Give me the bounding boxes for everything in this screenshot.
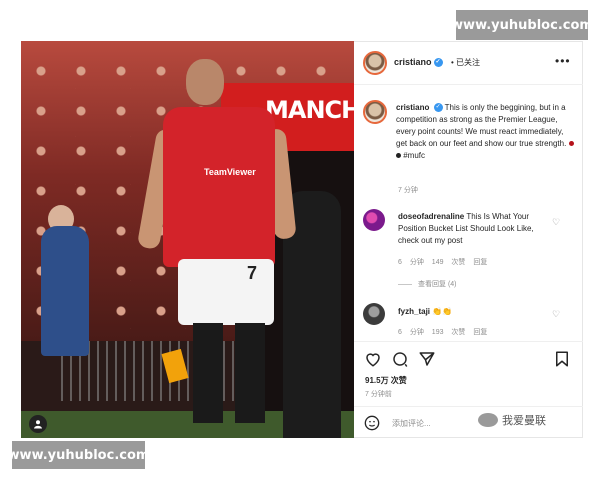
- tagged-user-icon[interactable]: [29, 415, 47, 433]
- player-head: [186, 59, 224, 105]
- wechat-logo-icon: [478, 413, 498, 427]
- shirt-sponsor: TeamViewer: [204, 167, 256, 177]
- header-separator: •: [451, 58, 454, 67]
- post-caption: cristiano ✓ This is only the beggining, …: [396, 102, 574, 162]
- comment-meta: 6 分钟 149 次赞 回复: [398, 257, 487, 267]
- comment-text: 👏👏: [432, 307, 453, 316]
- shorts-number: 7: [247, 263, 258, 283]
- comment-time: 6 分钟: [398, 259, 424, 266]
- wechat-account-name: 我爱曼联: [502, 415, 546, 427]
- comment-likes[interactable]: 193 次赞: [432, 329, 466, 336]
- comment-avatar[interactable]: [363, 209, 385, 231]
- like-heart-icon[interactable]: [364, 350, 382, 368]
- share-send-icon[interactable]: [418, 350, 436, 368]
- comment-reply[interactable]: 回复: [473, 259, 487, 266]
- post-actions: [354, 341, 583, 375]
- player-shorts: [178, 259, 274, 325]
- watermark-top: www.yuhubloc.com: [451, 10, 593, 40]
- comment-username[interactable]: doseofadrenaline: [398, 212, 464, 221]
- player-shirt: [163, 107, 275, 267]
- post-photo[interactable]: MANCH TeamViewer 7: [21, 41, 354, 438]
- replies-divider: [398, 283, 412, 285]
- comment-likes[interactable]: 149 次赞: [432, 259, 466, 266]
- author-username[interactable]: cristiano: [394, 57, 432, 67]
- comment-like-icon[interactable]: ♡: [552, 217, 560, 228]
- add-comment-bar: 添加评论... 我爱曼联: [354, 406, 583, 438]
- comment-reply[interactable]: 回复: [473, 329, 487, 336]
- wechat-watermark: 我爱曼联: [478, 412, 546, 428]
- bookmark-icon[interactable]: [553, 350, 571, 368]
- black-heart-icon: [396, 153, 401, 159]
- comment-username[interactable]: fyzh_taji: [398, 307, 430, 316]
- comment-time: 6 分钟: [398, 329, 424, 336]
- verified-badge-icon: ✓: [433, 103, 443, 113]
- banner-text: MANCH: [265, 96, 354, 124]
- comment-meta: 6 分钟 193 次赞 回复: [398, 327, 487, 337]
- steward-figure: [41, 226, 89, 356]
- player-right-leg: [235, 323, 265, 423]
- emoji-icon[interactable]: [364, 415, 380, 431]
- red-heart-icon: [568, 141, 574, 147]
- comment-input[interactable]: 添加评论...: [392, 418, 431, 429]
- comment-icon[interactable]: [391, 350, 409, 368]
- post-side-panel: cristiano ✓ • 已关注 ••• cristiano ✓ This is…: [354, 41, 583, 438]
- comment-like-icon[interactable]: ♡: [552, 309, 560, 320]
- comment-avatar[interactable]: [363, 303, 385, 325]
- comment-item: doseofadrenaline This Is What Your Posit…: [398, 211, 548, 247]
- caption-author-avatar[interactable]: [363, 100, 387, 124]
- view-replies-label: 查看回复 (4): [418, 281, 457, 288]
- comment-item: fyzh_taji 👏👏: [398, 307, 452, 316]
- caption-username[interactable]: cristiano: [396, 103, 429, 112]
- player-left-leg: [193, 323, 223, 423]
- verified-badge-icon: ✓: [433, 58, 443, 68]
- post-time: 7 分钟前: [365, 391, 392, 398]
- post-likes-count[interactable]: 91.5万 次赞: [365, 375, 407, 386]
- caption-time: 7 分钟: [398, 187, 418, 194]
- caption-hashtag[interactable]: #mufc: [403, 151, 425, 160]
- post-header: cristiano ✓ • 已关注 •••: [354, 41, 583, 85]
- watermark-bottom: www.yuhubloc.com: [8, 441, 149, 469]
- author-avatar[interactable]: [363, 51, 387, 75]
- view-replies-link[interactable]: 查看回复 (4): [398, 279, 457, 289]
- follow-status[interactable]: 已关注: [456, 58, 480, 67]
- more-options-icon[interactable]: •••: [555, 54, 571, 68]
